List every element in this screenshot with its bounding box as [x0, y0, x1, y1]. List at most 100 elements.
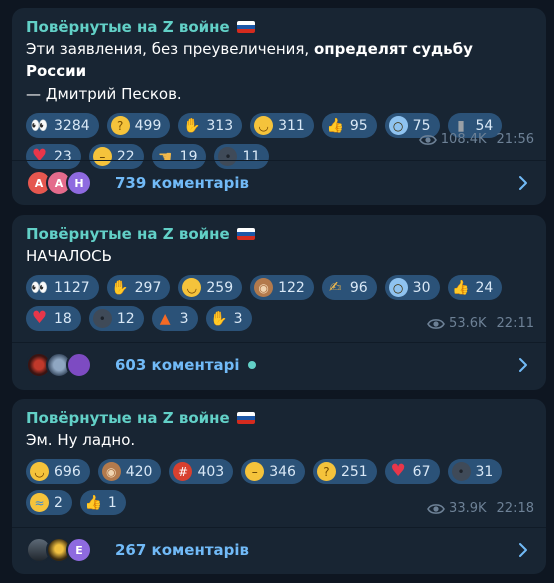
new-moon-face-icon: •: [92, 309, 112, 328]
reaction-count: 251: [340, 463, 368, 480]
thumbs-up-icon: 👍: [326, 117, 345, 134]
reaction-eyes[interactable]: 👀 1127: [26, 275, 99, 300]
russia-flag-icon: [236, 412, 255, 424]
message-time: 21:56: [496, 132, 534, 147]
reaction-new-moon-face[interactable]: • 12: [88, 306, 144, 331]
reaction-count: 346: [269, 463, 296, 480]
reaction-count: 259: [206, 279, 234, 296]
reaction-cry[interactable]: ≈2: [26, 490, 72, 515]
avatar: Н: [66, 170, 92, 196]
scream-icon: ○: [388, 278, 408, 297]
message-time: 22:11: [496, 316, 534, 331]
pray-icon: ✋: [183, 117, 201, 134]
reaction-thumbs-up[interactable]: 👍 95: [321, 113, 377, 138]
reaction-count: 313: [206, 117, 234, 134]
message-time: 22:18: [496, 501, 534, 516]
scream-icon: ○: [388, 116, 408, 135]
comments-count: 603 коментарі: [115, 356, 240, 374]
fire-icon: ▲: [159, 310, 171, 327]
reaction-count: 12: [116, 310, 135, 327]
reaction-count: 95: [349, 117, 368, 134]
channel-name[interactable]: Повёрнутые на Z войне: [26, 17, 532, 37]
reaction-pray[interactable]: ✋ 313: [178, 113, 243, 138]
reaction-grin[interactable]: ◡ 696: [26, 459, 90, 484]
neutral-icon: –: [245, 462, 265, 481]
writing-hand-icon: ✍: [329, 278, 342, 296]
reaction-neutral[interactable]: –346: [241, 459, 305, 484]
reaction-count: 696: [54, 463, 81, 480]
message-meta: 33.9K 22:18: [427, 501, 534, 516]
commenter-avatars: [26, 352, 102, 378]
message-author: — Дмитрий Песков.: [26, 85, 182, 103]
reaction-clap[interactable]: ✋ 3: [205, 306, 252, 331]
reaction-writing-hand[interactable]: ✍ 96: [321, 275, 377, 300]
cry-icon: ≈: [30, 493, 49, 512]
chevron-right-icon: [519, 543, 527, 557]
reaction-grin[interactable]: ◡ 259: [178, 275, 243, 300]
reaction-cursing-face[interactable]: #403: [169, 459, 234, 484]
reaction-eyes[interactable]: 👀 3284: [26, 113, 99, 138]
reaction-see-no-evil[interactable]: ◉ 420: [97, 459, 162, 484]
comments-link[interactable]: А А Н 739 коментарів: [12, 160, 546, 205]
reaction-count: 3284: [54, 117, 90, 134]
reaction-grin[interactable]: ◡ 311: [250, 113, 314, 138]
eye-icon: [427, 318, 445, 329]
new-moon-face-icon: •: [451, 462, 471, 481]
reaction-count: 420: [125, 463, 153, 480]
avatar: Е: [66, 537, 92, 563]
reaction-count: 311: [278, 117, 305, 134]
reaction-thinking[interactable]: ? 251: [312, 459, 377, 484]
view-count: 33.9K: [449, 501, 487, 516]
comments-link[interactable]: 603 коментарі: [12, 342, 546, 387]
reaction-heart[interactable]: ♥ 67: [384, 459, 440, 484]
comments-link[interactable]: Е 267 коментарів: [12, 527, 546, 572]
message-text: Эти заявления, без преувеличения, опреде…: [26, 40, 473, 80]
commenter-avatars: Е: [26, 537, 102, 563]
message-post[interactable]: Повёрнутые на Z войне Эти заявления, без…: [12, 8, 546, 205]
message-meta: 53.6K 22:11: [427, 316, 534, 331]
reaction-fire[interactable]: ▲ 3: [151, 306, 198, 331]
reaction-count: 2: [54, 494, 63, 511]
see-no-evil-icon: ◉: [254, 278, 274, 297]
reaction-count: 24: [475, 279, 494, 296]
reaction-count: 18: [54, 310, 72, 327]
reaction-new-moon-face[interactable]: • 31: [447, 459, 503, 484]
thinking-icon: ?: [316, 462, 336, 481]
avatar: [66, 352, 92, 378]
pray-icon: ✋: [111, 279, 129, 296]
reaction-see-no-evil[interactable]: ◉ 122: [250, 275, 314, 300]
reaction-heart[interactable]: ♥ 18: [26, 306, 81, 331]
eye-icon: [418, 134, 437, 145]
reaction-pray[interactable]: ✋ 297: [106, 275, 171, 300]
reaction-count: 3: [179, 310, 189, 327]
grin-icon: ◡: [30, 462, 49, 481]
reaction-scream[interactable]: ○ 30: [384, 275, 440, 300]
russia-flag-icon: [236, 228, 255, 240]
message-post[interactable]: Повёрнутые на Z войне НАЧАЛОСЬ 👀 1127 ✋ 297…: [12, 215, 546, 390]
view-count: 53.6K: [449, 316, 487, 331]
thinking-icon: ?: [110, 116, 130, 135]
channel-name[interactable]: Повёрнутые на Z войне: [26, 408, 532, 428]
reaction-thumbs-up[interactable]: 👍 1: [79, 490, 126, 515]
unread-dot: [247, 361, 256, 369]
eyes-icon: 👀: [30, 117, 49, 134]
thumbs-up-icon: 👍: [84, 494, 103, 511]
chevron-right-icon: [519, 358, 527, 372]
message-post[interactable]: Повёрнутые на Z войне Эм. Ну ладно. ◡ 696…: [12, 399, 546, 574]
comments-count: 739 коментарів: [115, 174, 250, 192]
heart-icon: ♥: [31, 308, 48, 328]
eye-icon: [427, 503, 445, 514]
cursing-face-icon: #: [173, 462, 193, 481]
reaction-count: 403: [197, 463, 225, 480]
commenter-avatars: А А Н: [26, 170, 102, 196]
russia-flag-icon: [236, 21, 255, 33]
reaction-thumbs-up[interactable]: 👍 24: [447, 275, 503, 300]
comments-count: 267 коментарів: [115, 541, 250, 559]
reaction-count: 67: [412, 463, 431, 480]
reaction-count: 3: [233, 310, 243, 327]
grin-icon: ◡: [182, 278, 202, 297]
reaction-count: 96: [349, 279, 368, 296]
channel-name[interactable]: Повёрнутые на Z войне: [26, 224, 532, 244]
chevron-right-icon: [519, 176, 527, 190]
reaction-thinking[interactable]: ? 499: [106, 113, 171, 138]
